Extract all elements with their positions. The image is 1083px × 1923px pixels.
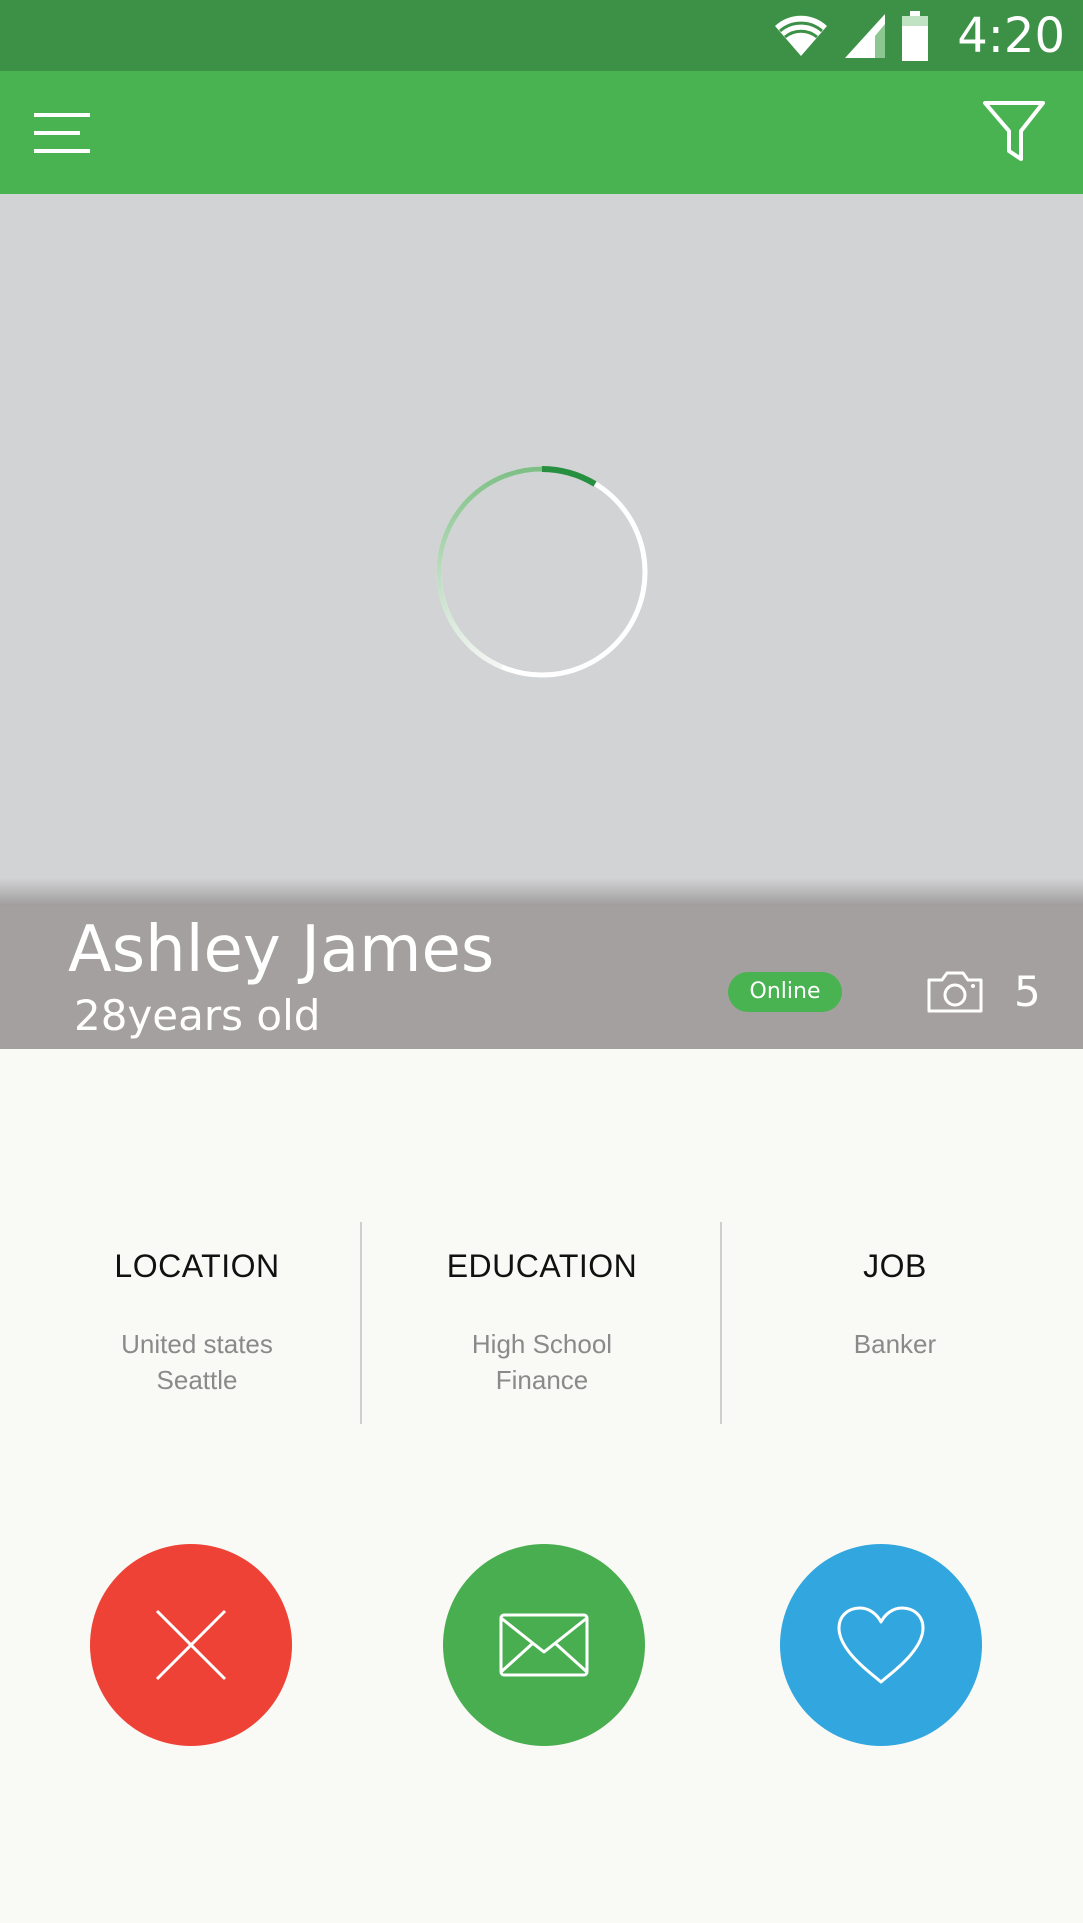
education-level: High School — [471, 1329, 613, 1359]
profile-strip: Ashley James 28years old Online 5 — [0, 906, 1083, 1049]
job-value: Banker — [853, 1329, 937, 1359]
profile-info: LOCATION United states Seattle EDUCATION… — [0, 1222, 1083, 1426]
location-title: LOCATION — [114, 1248, 280, 1284]
filter-icon — [983, 101, 1045, 161]
education-field: Finance — [495, 1365, 589, 1395]
reject-button[interactable] — [90, 1544, 292, 1746]
menu-icon — [34, 113, 90, 153]
envelope-icon — [499, 1613, 589, 1677]
education-title: EDUCATION — [446, 1248, 638, 1284]
education-column: EDUCATION High School Finance — [362, 1222, 722, 1426]
profile-age: 28years old — [74, 991, 321, 1040]
status-time: 4:20 — [957, 8, 1065, 64]
heart-icon — [837, 1606, 925, 1684]
location-column: LOCATION United states Seattle — [20, 1222, 374, 1426]
message-button[interactable] — [443, 1544, 645, 1746]
status-icons: 4:20 — [773, 6, 1065, 66]
photo-shadow — [0, 878, 1083, 906]
loading-spinner-icon — [436, 466, 648, 678]
online-status-badge: Online — [728, 972, 842, 1012]
status-bar: 4:20 — [0, 0, 1083, 71]
photo-count: 5 — [1014, 967, 1041, 1016]
location-country: United states — [121, 1329, 273, 1359]
like-button[interactable] — [780, 1544, 982, 1746]
menu-button[interactable] — [28, 105, 96, 161]
profile-screen: 4:20 Ashley James 28years old Online 5 L… — [0, 0, 1083, 1923]
wifi-icon — [775, 15, 828, 56]
close-icon — [155, 1609, 227, 1681]
job-column: JOB Banker — [722, 1222, 1068, 1426]
profile-name: Ashley James — [68, 913, 495, 987]
location-city: Seattle — [156, 1365, 238, 1395]
signal-icon — [845, 14, 886, 58]
photo-count-button[interactable]: 5 — [926, 966, 1041, 1018]
filter-button[interactable] — [981, 97, 1047, 167]
app-bar — [0, 71, 1083, 194]
job-title: JOB — [863, 1248, 927, 1284]
battery-icon — [902, 11, 929, 61]
camera-icon — [927, 971, 983, 1013]
